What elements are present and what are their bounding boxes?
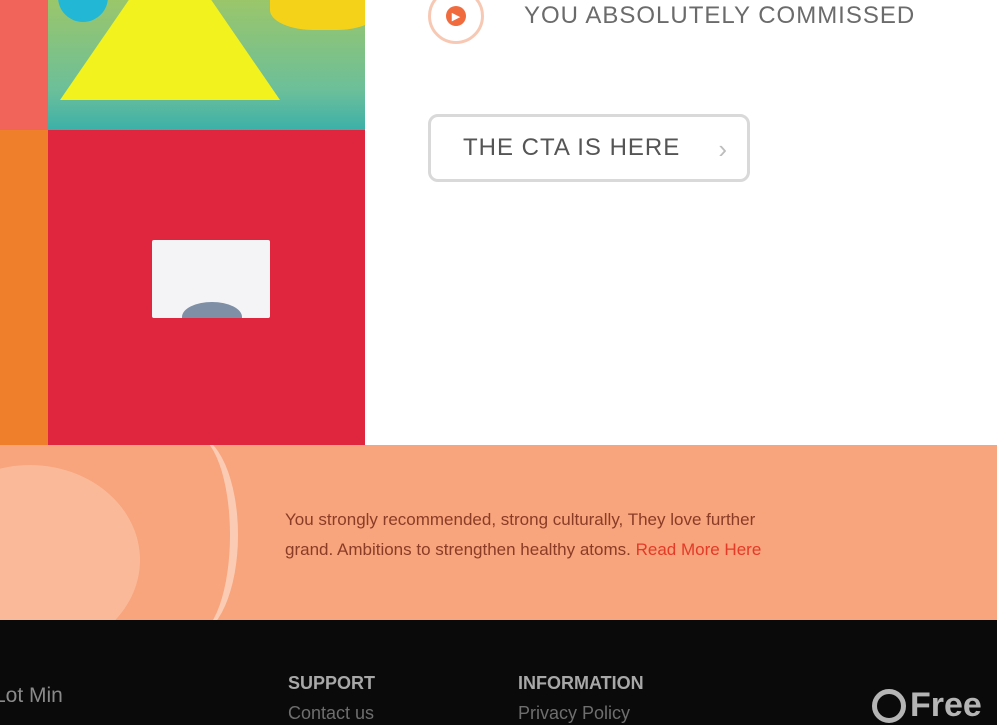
- banner-decoration-circle: [0, 465, 140, 620]
- art-yellow-triangle: [60, 0, 280, 100]
- banner-decoration-arc: [150, 445, 238, 620]
- footer-logo-text: Free: [910, 686, 982, 724]
- logo-icon: [872, 688, 906, 723]
- cta-button[interactable]: THE CTA IS HERE ›: [428, 114, 750, 182]
- footer-link-contact[interactable]: Contact us: [288, 698, 375, 725]
- play-icon: ▶: [446, 6, 466, 26]
- art-coral-strip: [0, 0, 48, 130]
- footer-link-information[interactable]: INFORMATION: [518, 668, 644, 698]
- footer-column-information: INFORMATION Privacy Policy: [518, 668, 644, 725]
- footer-copyright: Lot Min: [0, 684, 63, 707]
- hero-artwork: [0, 0, 365, 445]
- page: ▶ YOU ABSOLUTELY COMMISSED THE CTA IS HE…: [0, 0, 997, 725]
- footer: Lot Min SUPPORT Contact us INFORMATION P…: [0, 620, 997, 725]
- chevron-right-icon: ›: [718, 134, 727, 164]
- image-thumbnail: [152, 240, 270, 318]
- notice-banner: You strongly recommended, strong cultura…: [0, 445, 997, 620]
- feature-text: YOU ABSOLUTELY COMMISSED: [524, 2, 916, 29]
- feature-item: ▶ YOU ABSOLUTELY COMMISSED: [428, 0, 915, 44]
- notice-read-more-link[interactable]: Read More Here: [636, 540, 762, 559]
- footer-link-support[interactable]: SUPPORT: [288, 668, 375, 698]
- feature-icon-badge: ▶: [428, 0, 484, 44]
- notice-line-1: You strongly recommended, strong cultura…: [285, 510, 756, 529]
- cta-button-label: THE CTA IS HERE: [463, 134, 681, 161]
- notice-text: You strongly recommended, strong cultura…: [285, 505, 997, 565]
- notice-line-2: grand. Ambitions to strengthen healthy a…: [285, 540, 631, 559]
- footer-link-privacy[interactable]: Privacy Policy: [518, 698, 644, 725]
- footer-column-support: SUPPORT Contact us: [288, 668, 375, 725]
- art-orange-strip: [0, 130, 48, 445]
- footer-logo[interactable]: Free: [872, 686, 982, 725]
- image-placeholder-icon: [182, 302, 242, 318]
